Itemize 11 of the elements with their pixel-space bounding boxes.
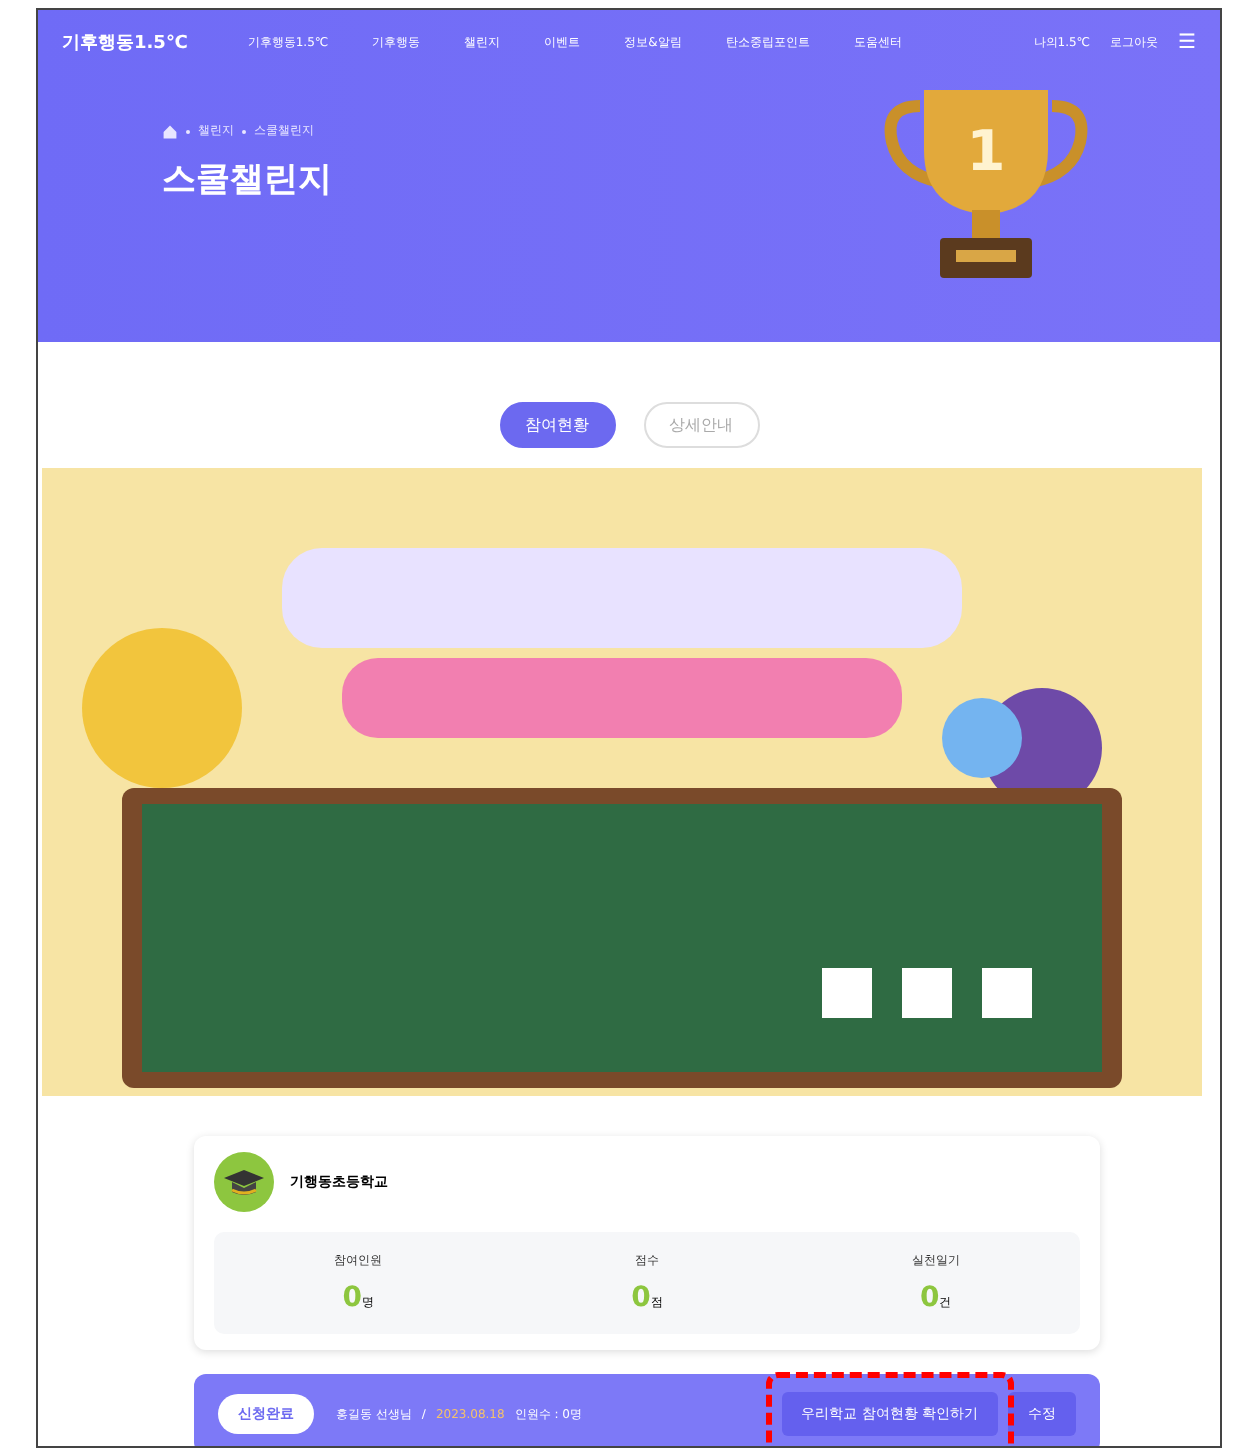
site-logo[interactable]: 기후행동1.5℃ <box>62 29 188 55</box>
stat-value: 0 <box>631 1282 651 1314</box>
page-title: 스쿨챌린지 <box>162 158 332 202</box>
trophy-drawing: 1 <box>876 70 1096 290</box>
graduation-cap-icon <box>214 1152 274 1212</box>
stat-value: 0 <box>919 1282 940 1314</box>
home-icon[interactable] <box>162 123 178 139</box>
menu-icon[interactable]: ☰ <box>1178 31 1196 53</box>
tab[interactable]: 상세안내 <box>643 402 759 448</box>
stat-value: 0 <box>342 1282 363 1314</box>
tab[interactable]: 참여현황 <box>499 402 615 448</box>
